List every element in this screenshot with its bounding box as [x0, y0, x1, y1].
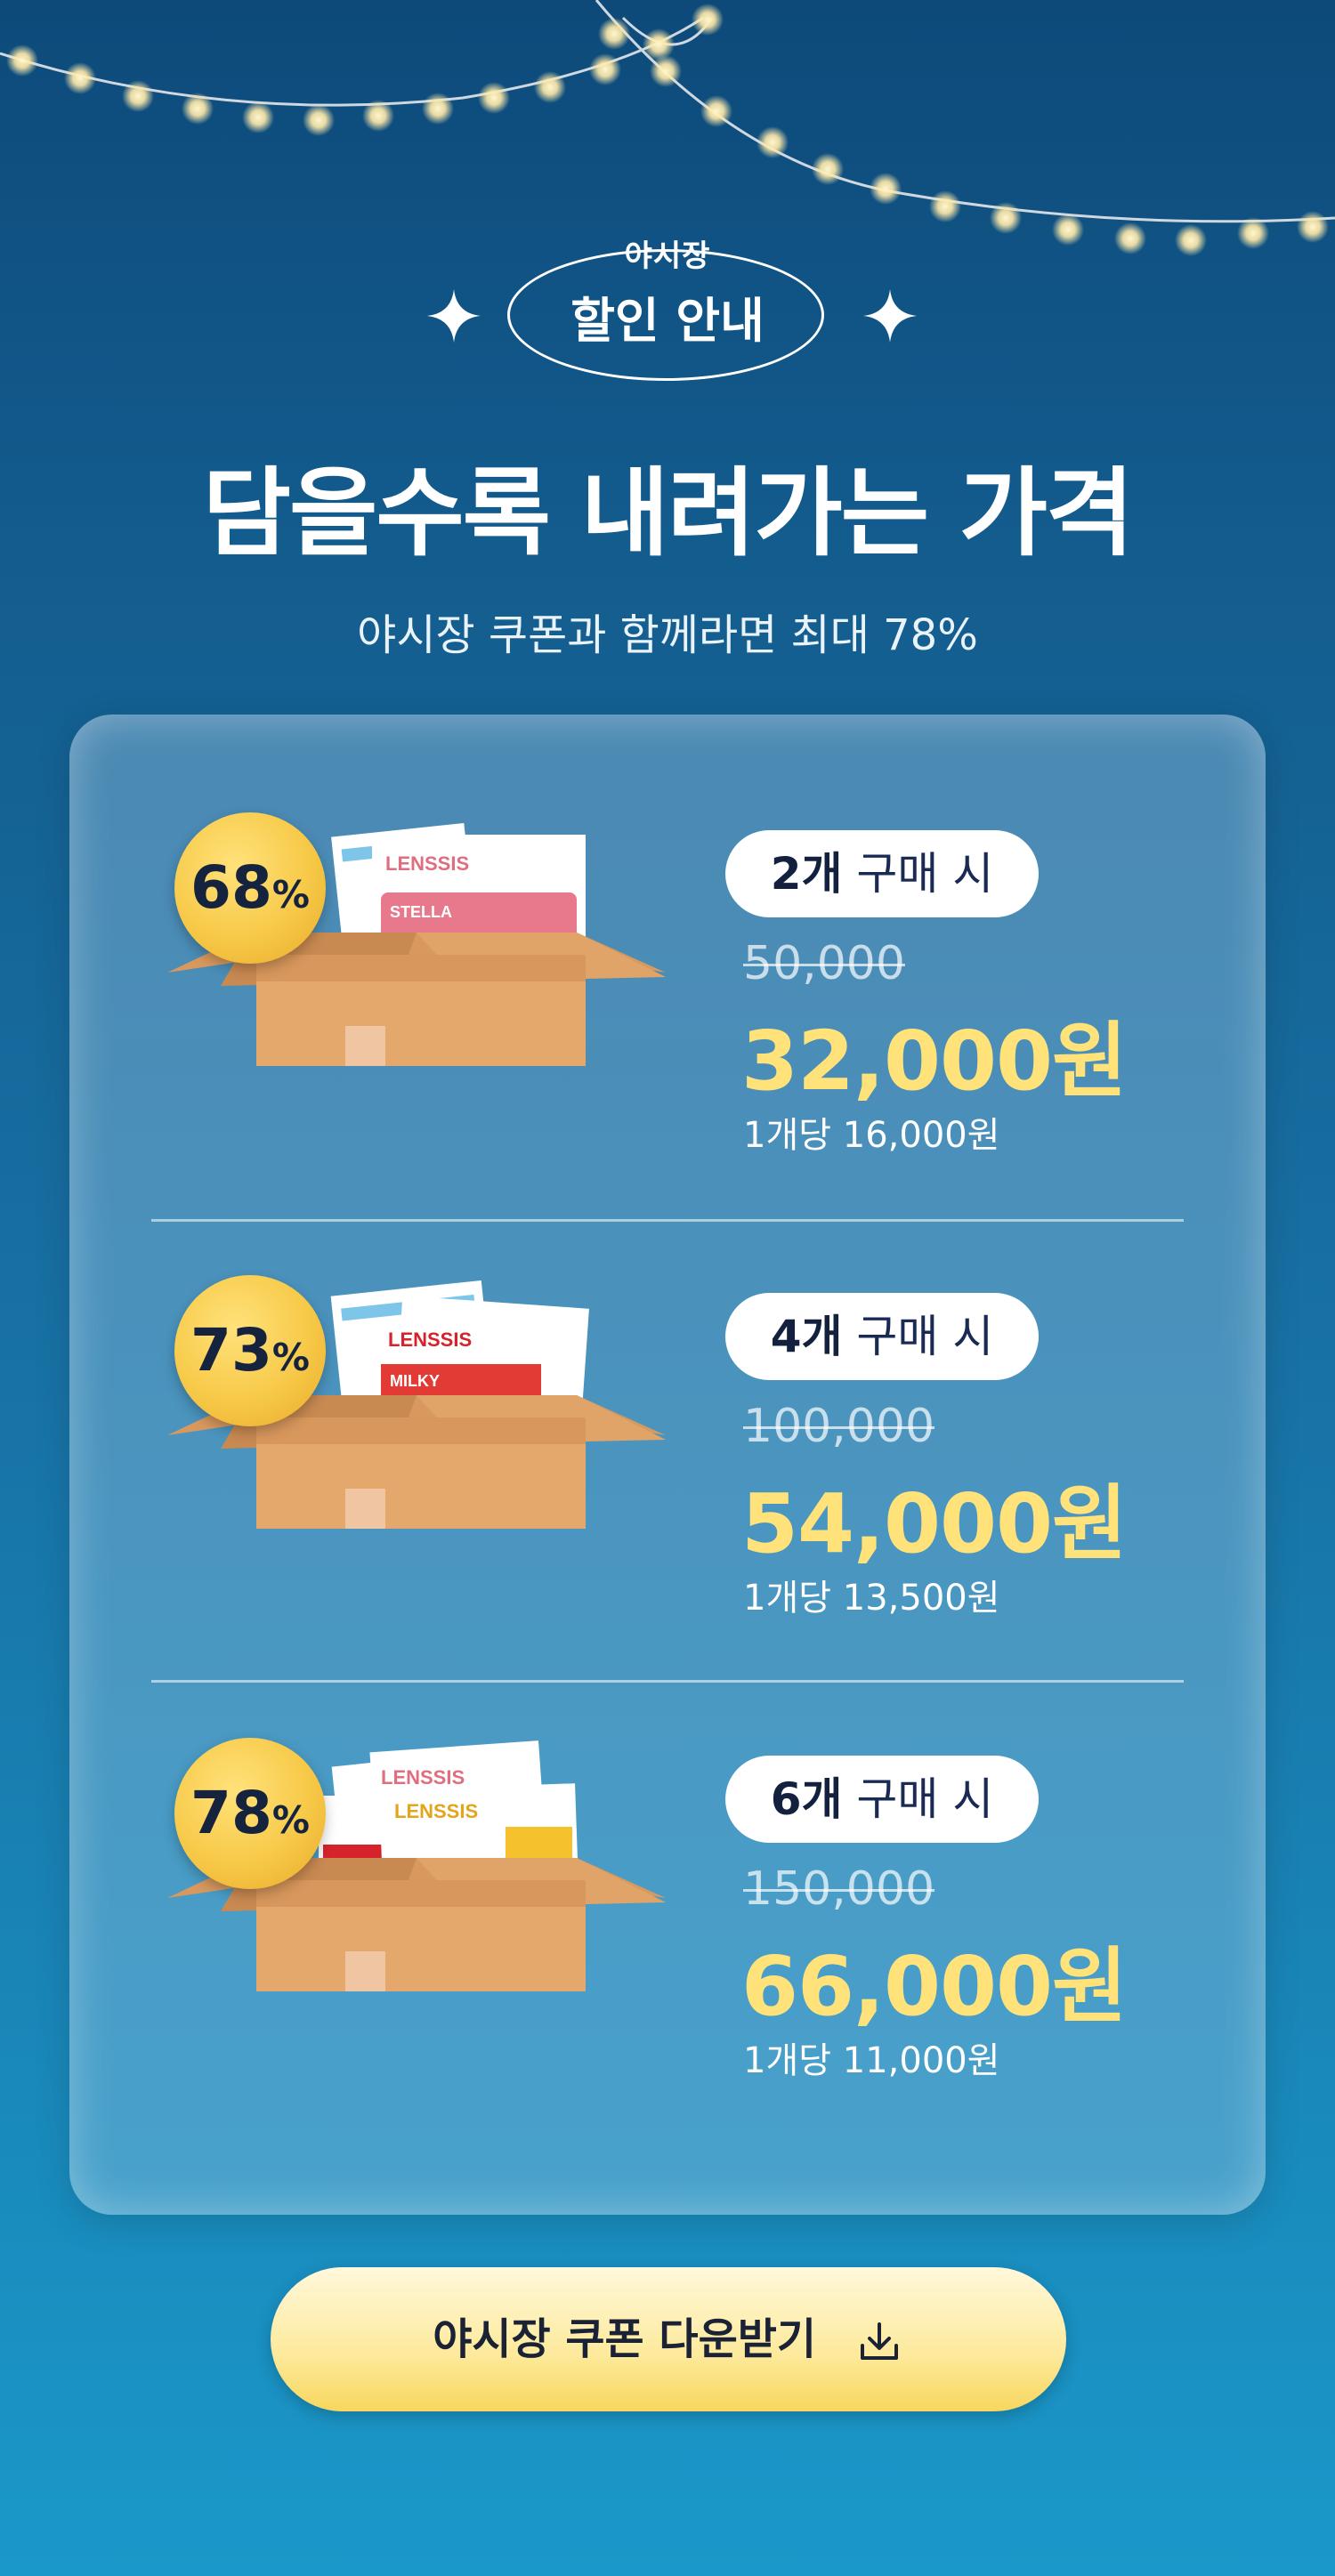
discount-value: 73 [190, 1316, 272, 1385]
offer-row: LENSSIS LENSSIS 78% 6개 구매 시 150,000 66,0… [69, 1640, 1266, 2103]
promo-header: 야시장 할인 안내 담을수록 내려가는 가격 야시장 쿠폰과 함께라면 최대 7… [0, 214, 1335, 662]
discount-badge: 78% [174, 1738, 326, 1889]
discount-value: 68 [190, 853, 272, 922]
quantity-value: 6개 [770, 1773, 843, 1825]
sale-price: 32,000원 [741, 1013, 1128, 1109]
per-unit-price: 1개당 13,500원 [743, 1578, 1000, 1619]
sale-badge: 야시장 할인 안내 [427, 214, 917, 381]
original-price: 150,000 [743, 1862, 935, 1916]
box-brand-label: LENSSIS [385, 852, 469, 875]
offer-row: LENSSIS STELLA 68% 2개 구매 시 50,000 32,000… [69, 715, 1266, 1177]
quantity-pill: 4개 구매 시 [725, 1293, 1039, 1380]
discount-symbol: % [271, 1336, 310, 1379]
discount-symbol: % [271, 1798, 310, 1842]
offers-card: LENSSIS STELLA 68% 2개 구매 시 50,000 32,000… [69, 715, 1266, 2215]
box-brand-label: LENSSIS [381, 1766, 465, 1789]
sale-price: 66,000원 [741, 1939, 1128, 2034]
box-brand-label: LENSSIS [388, 1328, 472, 1351]
box-product-label: MILKY [390, 1372, 440, 1390]
per-unit-price: 1개당 11,000원 [743, 2040, 1000, 2081]
discount-badge: 73% [174, 1275, 326, 1426]
discount-symbol: % [271, 873, 310, 917]
quantity-suffix: 구매 시 [856, 1773, 994, 1825]
offer-row: LENSSIS MILKY 73% 4개 구매 시 100,000 54,000… [69, 1177, 1266, 1640]
quantity-pill: 2개 구매 시 [725, 830, 1039, 917]
coupon-download-button[interactable]: 야시장 쿠폰 다운받기 [271, 2267, 1066, 2411]
quantity-pill: 6개 구매 시 [725, 1756, 1039, 1843]
discount-badge: 68% [174, 812, 326, 964]
download-icon [860, 2322, 898, 2360]
sparkle-icon [427, 289, 481, 343]
quantity-value: 4개 [770, 1311, 843, 1362]
box-product-label: STELLA [390, 903, 452, 921]
original-price: 100,000 [743, 1400, 935, 1453]
box-brand-label: LENSSIS [394, 1800, 478, 1822]
original-price: 50,000 [743, 937, 905, 990]
page-title: 담을수록 내려가는 가격 [202, 458, 1135, 569]
sparkle-icon [863, 289, 917, 343]
discount-value: 78 [190, 1779, 272, 1847]
coupon-download-label: 야시장 쿠폰 다운받기 [433, 2314, 817, 2364]
page-subtitle: 야시장 쿠폰과 함께라면 최대 78% [357, 610, 978, 660]
sale-price: 54,000원 [741, 1476, 1128, 1571]
quantity-value: 2개 [770, 848, 843, 900]
badge-title: 할인 안내 [570, 293, 765, 349]
quantity-suffix: 구매 시 [856, 848, 994, 900]
quantity-suffix: 구매 시 [856, 1311, 994, 1362]
per-unit-price: 1개당 16,000원 [743, 1115, 1000, 1156]
